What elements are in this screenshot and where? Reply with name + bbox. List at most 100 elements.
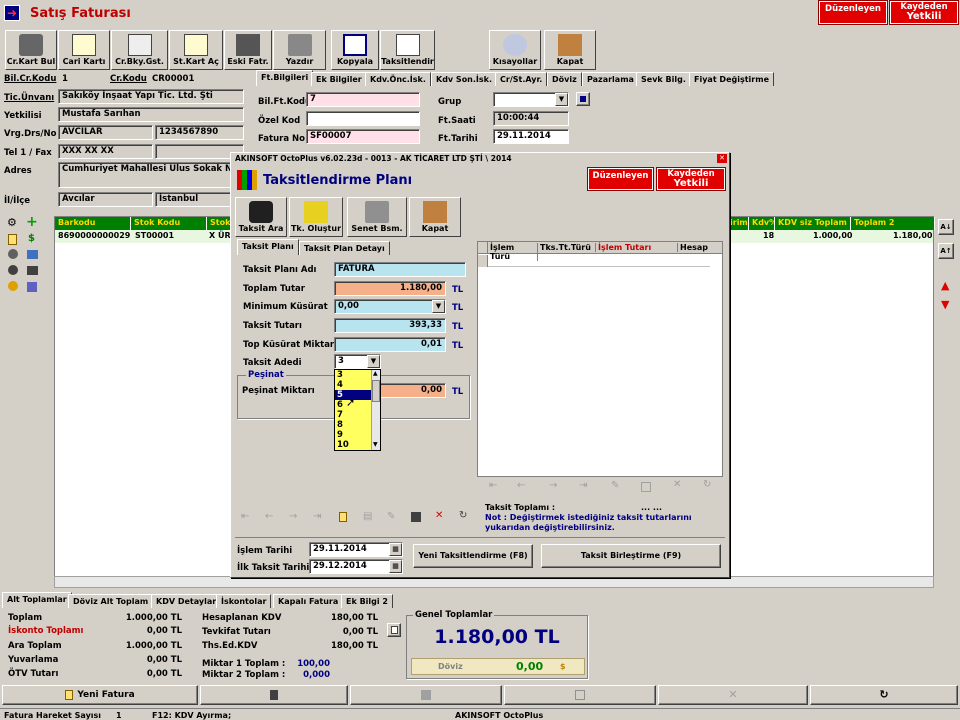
yeni-taksitlendirme-button[interactable]: Yeni Taksitlendirme (F8) xyxy=(413,544,533,568)
tel-field[interactable]: XXX XX XX xyxy=(58,144,153,159)
tk-olustur-button[interactable]: Tk. Oluştur xyxy=(289,197,343,237)
grid-header-hesap[interactable]: Hesap xyxy=(680,243,708,252)
scroll-down-icon[interactable]: ▼ xyxy=(373,441,378,448)
tevkifat-lookup-button[interactable] xyxy=(387,623,401,637)
toplam-tutar-field[interactable]: 1.180,00 xyxy=(334,281,446,296)
dialog-close-icon[interactable]: ✕ xyxy=(717,154,727,163)
prev-record-icon[interactable]: ← xyxy=(517,480,525,491)
tab-ft-bilgileri[interactable]: Ft.Bilgileri xyxy=(256,70,314,86)
table-row[interactable] xyxy=(478,255,710,267)
tab-kapali-fatura[interactable]: Kapalı Fatura xyxy=(273,594,344,608)
dropdown-option[interactable]: 4 xyxy=(337,380,343,390)
calendar-icon[interactable]: ▦ xyxy=(389,543,402,556)
tab-ek-bilgi-2[interactable]: Ek Bilgi 2 xyxy=(341,594,393,608)
dropdown-option[interactable]: 9 xyxy=(337,430,343,440)
next-record-icon[interactable]: → xyxy=(549,480,557,491)
cancel-record-icon[interactable]: ✕ xyxy=(435,510,443,521)
calendar-icon[interactable]: ▦ xyxy=(389,560,402,573)
min-kusurat-select[interactable]: 0,00 ▼ xyxy=(334,299,446,314)
edit-record-icon[interactable]: ✎ xyxy=(387,511,395,522)
tab-iskontolar[interactable]: İskontolar xyxy=(216,594,272,608)
kisayollar-button[interactable]: Kısayollar xyxy=(489,30,541,70)
cr-bky-gst-button[interactable]: Cr.Bky.Gst. xyxy=(111,30,168,70)
kapat-button[interactable]: Kapat xyxy=(544,30,596,70)
document-icon[interactable] xyxy=(8,234,17,245)
grid-header-toplam-2[interactable]: Toplam 2 xyxy=(851,217,935,230)
ozel-kod-field[interactable] xyxy=(306,111,420,126)
grid-header-islem-tutari[interactable]: İşlem Tutarı xyxy=(598,243,678,252)
grid-header-kdv-siz-toplam[interactable]: KDV siz Toplam xyxy=(775,217,851,230)
grid-header-tks-tt-turu[interactable]: Tks.Tt.Türü xyxy=(540,243,596,252)
dropdown-option[interactable]: 3 xyxy=(337,370,343,380)
tab-sevk-bilg[interactable]: Sevk Bilg. xyxy=(636,72,691,86)
dialog-kapat-button[interactable]: Kapat xyxy=(409,197,461,237)
kaydeden-yetkili-button[interactable]: Kaydeden Yetkili xyxy=(889,0,959,25)
taksit-birlestirme-button[interactable]: Taksit Birleştirme (F9) xyxy=(541,544,721,568)
grup-lookup-button[interactable] xyxy=(576,92,590,106)
kopyala-button[interactable]: Kopyala xyxy=(331,30,379,70)
taksit-tutari-field[interactable]: 393,33 xyxy=(334,318,446,333)
cr-kart-bul-button[interactable]: Cr.Kart Bul xyxy=(5,30,57,70)
yeni-fatura-button[interactable]: Yeni Fatura xyxy=(2,685,198,705)
bil-ft-kodu-field[interactable]: 7 xyxy=(306,92,420,107)
refresh-record-icon[interactable]: ↻ xyxy=(459,510,467,521)
user-icon[interactable] xyxy=(8,249,18,259)
move-down-icon[interactable]: ▼ xyxy=(941,298,949,311)
dollar-icon[interactable]: $ xyxy=(28,233,35,244)
fatura-no-field[interactable]: SF00007 xyxy=(306,129,420,144)
taksitlendir-button[interactable]: Taksitlendir xyxy=(380,30,435,70)
delete-row-button[interactable] xyxy=(200,685,348,705)
duzenleyen-button[interactable]: Düzenleyen xyxy=(818,0,888,25)
tab-doviz-alt-toplam[interactable]: Döviz Alt Toplam xyxy=(68,594,154,608)
cari-karti-button[interactable]: Cari Kartı xyxy=(58,30,110,70)
plan-adi-field[interactable]: FATURA xyxy=(334,262,466,277)
dropdown-option-selected[interactable]: 5 xyxy=(337,390,343,400)
add-icon[interactable]: + xyxy=(26,214,38,230)
coins-icon[interactable] xyxy=(8,281,18,291)
edit-record-icon[interactable]: ✎ xyxy=(611,480,619,491)
dropdown-option[interactable]: 10 xyxy=(337,440,349,450)
top-kusurat-field[interactable]: 0,01 xyxy=(334,337,446,352)
next-record-icon[interactable]: → xyxy=(289,511,297,522)
refresh-record-icon[interactable]: ↻ xyxy=(703,479,711,490)
tab-fiyat-degistirme[interactable]: Fiyat Değiştirme xyxy=(689,72,774,86)
save-record-icon[interactable] xyxy=(411,512,421,522)
move-up-icon[interactable]: ▲ xyxy=(941,279,949,292)
first-record-icon[interactable]: ⇤ xyxy=(489,480,497,491)
gear-icon[interactable]: ⚙ xyxy=(7,216,17,229)
tab-kdv-detaylari[interactable]: KDV Detayları xyxy=(151,594,224,608)
grid-header-kdv-percent[interactable]: Kdv% xyxy=(749,217,775,230)
grup-select[interactable]: ▼ xyxy=(493,92,569,107)
islem-tarihi-field[interactable]: 29.11.2014 ▦ xyxy=(309,542,403,557)
monitor-icon[interactable] xyxy=(27,266,38,275)
grid-header-barkodu[interactable]: Barkodu xyxy=(55,217,131,230)
dialog-kaydeden-yetkili-button[interactable]: Kaydeden Yetkili xyxy=(656,167,726,191)
prev-record-icon[interactable]: ← xyxy=(265,511,273,522)
vergi-dairesi-field[interactable]: AVCILAR xyxy=(58,125,153,140)
ft-saati-field[interactable]: 10:00:44 xyxy=(493,111,569,126)
taksit-adedi-select[interactable]: 3 ▼ xyxy=(334,354,381,369)
vergi-no-field[interactable]: 1234567890 xyxy=(155,125,244,140)
save-button[interactable] xyxy=(504,685,656,705)
last-record-icon[interactable]: ⇥ xyxy=(579,480,587,491)
delete-record-icon[interactable]: ▤ xyxy=(363,511,372,522)
tab-pazarlama[interactable]: Pazarlama xyxy=(582,72,639,86)
ft-tarihi-field[interactable]: 29.11.2014 xyxy=(493,129,569,144)
eski-fatr-button[interactable]: Eski Fatr. xyxy=(224,30,272,70)
sort-az-icon[interactable]: A↓ xyxy=(938,219,954,235)
first-record-icon[interactable]: ⇤ xyxy=(241,511,249,522)
tab-kdv-onc-isk[interactable]: Kdv.Önc.İsk. xyxy=(365,72,431,86)
adres-field[interactable]: Cumhuriyet Mahallesi Ulus Sokak No: 2 xyxy=(58,162,244,188)
yetkili-field[interactable]: Mustafa Sarıhan xyxy=(58,107,244,122)
tab-kdv-son-isk[interactable]: Kdv Son.İsk. xyxy=(431,72,498,86)
tab-taksit-plan-detayi[interactable]: Taksit Plan Detayı xyxy=(299,241,390,255)
last-record-icon[interactable]: ⇥ xyxy=(313,511,321,522)
new-record-icon[interactable] xyxy=(339,512,347,522)
dialog-duzenleyen-button[interactable]: Düzenleyen xyxy=(587,167,654,191)
yazdir-button[interactable]: Yazdır xyxy=(273,30,326,70)
tab-taksit-plani[interactable]: Taksit Planı xyxy=(237,239,299,255)
scroll-up-icon[interactable]: ▲ xyxy=(373,370,378,377)
dropdown-option[interactable]: 8 xyxy=(337,420,343,430)
save-record-icon[interactable] xyxy=(641,482,651,492)
dropdown-option[interactable]: 6 xyxy=(337,400,343,410)
